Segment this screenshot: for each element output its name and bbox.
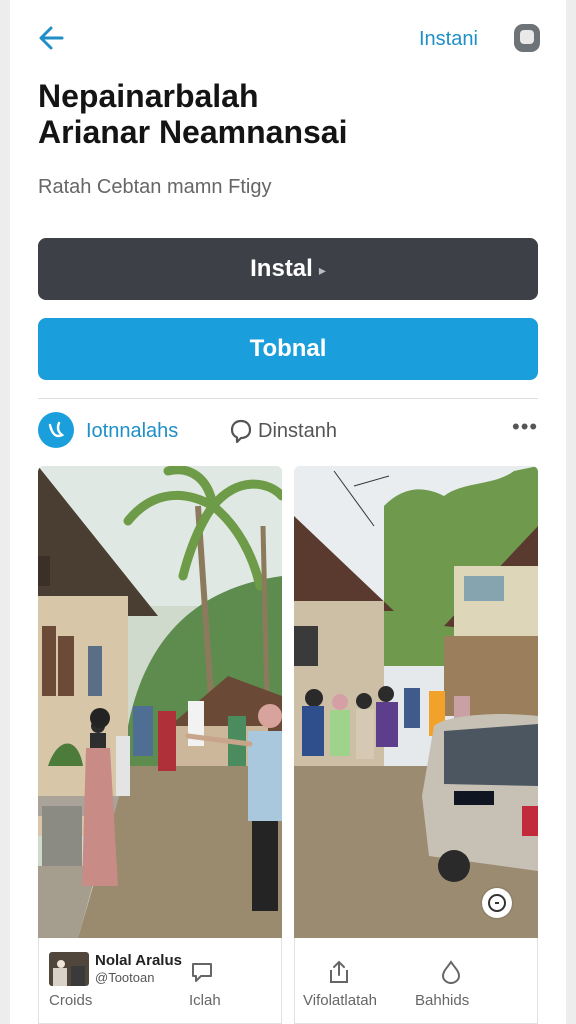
more-options-button[interactable]: •••	[512, 414, 538, 440]
chevron-right-icon: ▸	[318, 261, 326, 278]
profile-icon	[514, 24, 540, 52]
title-line-1: Nepainarbalah	[38, 78, 259, 114]
profile-button[interactable]	[512, 22, 542, 54]
card-action-left-label: Vifolatlatah	[303, 992, 377, 1009]
top-link[interactable]: Instani	[419, 28, 478, 51]
title-line-2: Arianar Neamnansai	[38, 114, 348, 150]
top-bar: Instani	[10, 0, 566, 80]
back-button[interactable]	[36, 22, 68, 54]
comment-label: Dinstanh	[258, 420, 337, 442]
install-button[interactable]: Instal ▸	[38, 238, 538, 300]
card-thumbnail[interactable]	[49, 952, 89, 986]
card-right-stat: Iclah	[189, 992, 221, 1009]
author-avatar[interactable]	[38, 412, 74, 448]
circular-share-icon	[488, 894, 506, 912]
card-footer-left: Nolal Aralus @Tootoan Croids Iclah	[38, 938, 282, 1024]
share-icon[interactable]	[482, 888, 512, 918]
install-button-label: Instal	[250, 255, 313, 282]
app-screen: Instani Nepainarbalah Arianar Neamnansai…	[10, 0, 566, 1024]
card-author-name[interactable]: Nolal Aralus	[95, 952, 182, 969]
page-subtitle: Ratah Cebtan mamn Ftigy	[38, 176, 272, 198]
card-footer-right: Vifolatlatah Bahhids	[294, 938, 538, 1024]
drop-icon[interactable]	[437, 958, 465, 986]
card-action-right-label: Bahhids	[415, 992, 470, 1009]
arrow-left-icon	[39, 26, 64, 50]
village-photo-right[interactable]	[294, 466, 538, 938]
village-photo-left[interactable]	[38, 466, 282, 938]
card-left-stat: Croids	[49, 992, 93, 1009]
secondary-button-label: Tobnal	[249, 335, 327, 362]
card-author-handle: @Tootoan	[95, 970, 155, 985]
village-scene-left	[38, 466, 282, 938]
page-title: Nepainarbalah Arianar Neamnansai	[38, 78, 538, 150]
comment-icon	[230, 419, 252, 444]
leaf-icon	[48, 421, 65, 438]
divider	[38, 398, 538, 399]
author-name[interactable]: Iotnnalahs	[86, 420, 178, 443]
social-row: Iotnnalahs Dinstanh •••	[38, 410, 538, 454]
share-upload-icon[interactable]	[325, 958, 353, 986]
village-scene-right	[294, 466, 538, 938]
thumbnail-image	[49, 952, 89, 986]
chat-bubble-icon[interactable]	[189, 960, 217, 984]
secondary-button[interactable]: Tobnal	[38, 318, 538, 380]
